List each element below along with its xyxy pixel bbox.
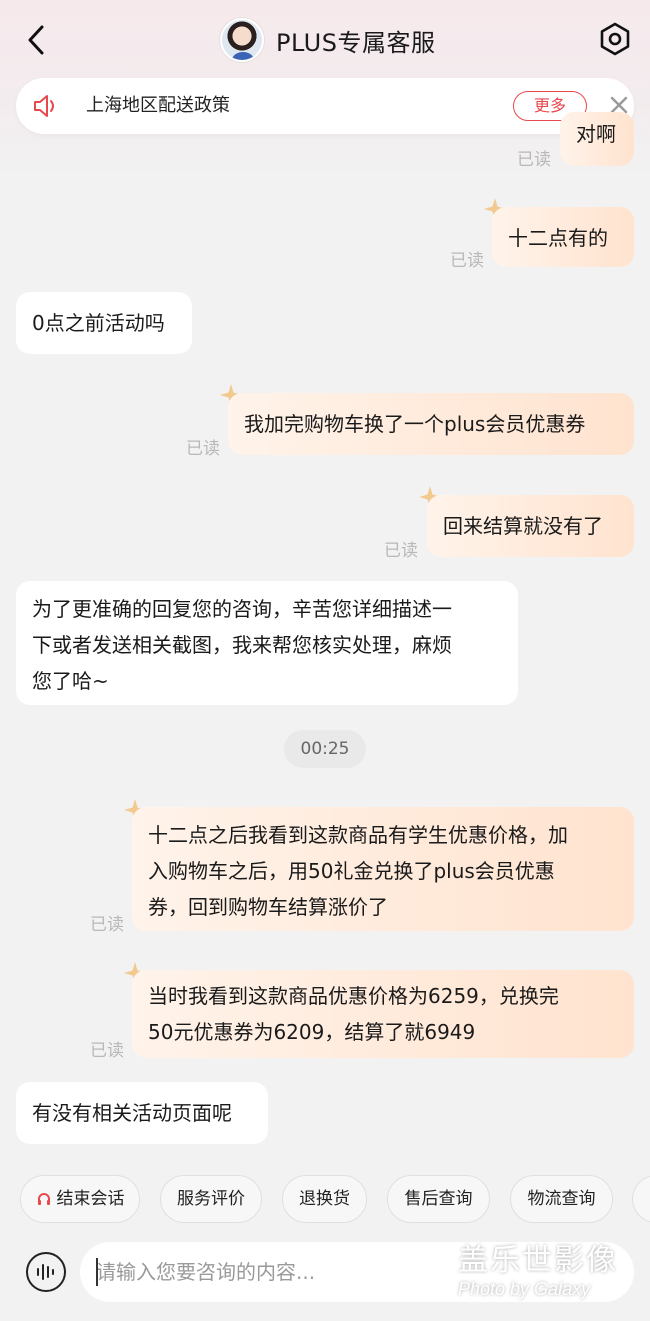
read-status: 已读	[384, 541, 418, 561]
more-chip-partial[interactable]	[632, 1175, 650, 1223]
settings-hex-icon	[600, 22, 630, 56]
chip-label: 服务评价	[177, 1189, 245, 1209]
title-group: PLUS专属客服	[220, 16, 435, 64]
message-line: 您了哈~	[32, 669, 109, 693]
header: PLUS专属客服	[0, 0, 650, 80]
page-title: PLUS专属客服	[276, 28, 436, 57]
watermark-line1: 盖乐世影像	[458, 1244, 618, 1277]
message-line: 为了更准确的回复您的咨询，辛苦您详细描述一	[32, 597, 452, 621]
chip-label: 结束会话	[56, 1189, 125, 1209]
read-status: 已读	[517, 150, 551, 170]
chevron-left-icon	[28, 25, 44, 55]
message-line: 下或者发送相关截图，我来帮您核实处理，麻烦	[32, 633, 452, 657]
message-text: 十二点有的	[508, 226, 608, 250]
notice-text: 上海地区配送政策	[86, 95, 230, 116]
chip-label: 售后查询	[404, 1189, 473, 1209]
message-text: 回来结算就没有了	[443, 514, 603, 538]
message-text: 我加完购物车换了一个plus会员优惠券	[244, 412, 586, 436]
headset-icon	[37, 1193, 50, 1205]
message-text: 有没有相关活动页面呢	[32, 1101, 232, 1125]
message-line: 券，回到购物车结算涨价了	[148, 895, 388, 919]
read-status: 已读	[90, 915, 124, 935]
camera-watermark: 盖乐世影像 Photo by Galaxy	[458, 1244, 638, 1308]
message-bubble-agent: 为了更准确的回复您的咨询，辛苦您详细描述一 下或者发送相关截图，我来帮您核实处理…	[16, 581, 518, 705]
voice-button[interactable]	[26, 1252, 66, 1292]
text-cursor	[96, 1258, 98, 1286]
message-bubble-user: 十二点之后我看到这款商品有学生优惠价格，加 入购物车之后，用50礼金兑换了plu…	[132, 807, 634, 931]
message-bubble-user: 我加完购物车换了一个plus会员优惠券	[228, 393, 634, 455]
after-sales-query-button[interactable]: 售后查询	[387, 1175, 490, 1223]
watermark-line2: Photo by Galaxy	[458, 1279, 591, 1299]
message-bubble-agent: 有没有相关活动页面呢	[16, 1082, 268, 1144]
message-bubble-agent: 0点之前活动吗	[16, 292, 192, 354]
message-line: 入购物车之后，用50礼金兑换了plus会员优惠	[148, 859, 555, 883]
agent-avatar	[220, 18, 264, 62]
chip-label: 退换货	[299, 1189, 350, 1209]
message-bubble-user: 对啊	[560, 112, 634, 166]
message-bubble-user: 十二点有的	[492, 207, 634, 267]
back-button[interactable]	[20, 20, 52, 60]
message-bubble-user: 当时我看到这款商品优惠价格为6259，兑换完 50元优惠券为6209，结算了就6…	[132, 970, 634, 1058]
message-line: 当时我看到这款商品优惠价格为6259，兑换完	[148, 984, 559, 1008]
chip-label: 物流查询	[527, 1189, 596, 1209]
message-text: 对啊	[576, 122, 616, 146]
quick-action-bar: 结束会话 服务评价 退换货 售后查询 物流查询	[0, 1175, 650, 1223]
notice-bar[interactable]: 上海地区配送政策 更多	[16, 78, 634, 134]
message-bubble-user: 回来结算就没有了	[427, 495, 634, 557]
read-status: 已读	[450, 251, 484, 271]
read-status: 已读	[90, 1041, 124, 1061]
voice-wave-icon	[37, 1264, 54, 1280]
timestamp-chip: 00:25	[284, 730, 366, 768]
service-rating-button[interactable]: 服务评价	[160, 1175, 262, 1223]
read-status: 已读	[186, 439, 220, 459]
return-exchange-button[interactable]: 退换货	[282, 1175, 367, 1223]
message-line: 十二点之后我看到这款商品有学生优惠价格，加	[148, 823, 568, 847]
settings-button[interactable]	[596, 20, 634, 58]
end-session-button[interactable]: 结束会话	[20, 1175, 140, 1223]
message-text: 0点之前活动吗	[32, 311, 165, 335]
message-line: 50元优惠券为6209，结算了就6949	[148, 1020, 476, 1044]
speaker-icon	[34, 95, 54, 117]
logistics-query-button[interactable]: 物流查询	[510, 1175, 613, 1223]
